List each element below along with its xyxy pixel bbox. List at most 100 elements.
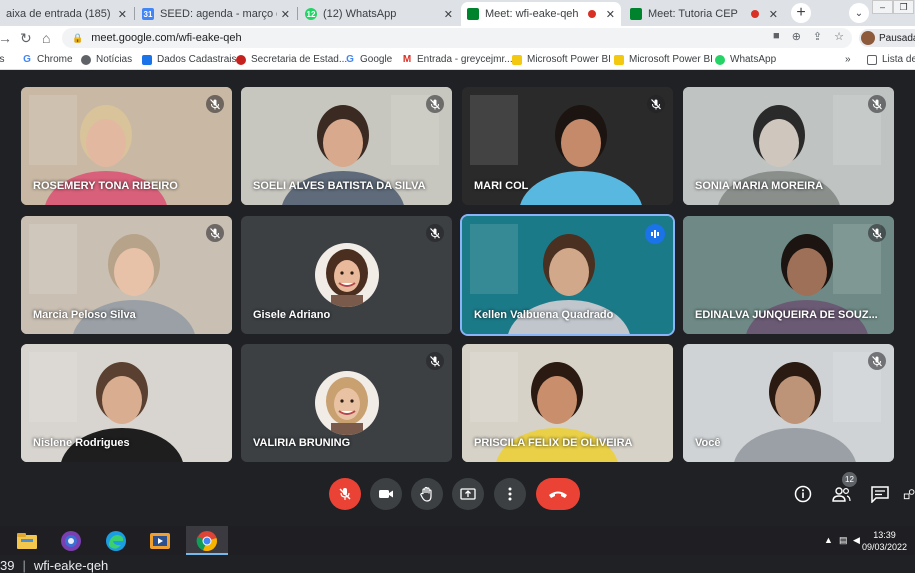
participant-name: SONIA MARIA MOREIRA	[695, 180, 824, 192]
profile-label: Pausada	[879, 32, 915, 44]
bookmark-powerbi-1[interactable]: Microsoft Power BI	[512, 54, 611, 65]
camera-icon	[379, 490, 393, 498]
activities-button[interactable]	[903, 483, 915, 505]
present-screen-button[interactable]	[452, 478, 484, 510]
bookmark-entrada[interactable]: M Entrada - greycejmr...	[402, 54, 513, 65]
tray-overflow-icon[interactable]: ▲	[824, 535, 833, 545]
url-text: meet.google.com/wfi-eake-qeh	[91, 32, 242, 44]
participant-name: MARI COL	[474, 180, 529, 192]
meeting-code: wfi-eake-qeh	[33, 558, 109, 573]
bookmark-apps[interactable]: ps	[0, 54, 5, 65]
system-clock[interactable]: 13:39 09/03/2022	[862, 529, 907, 553]
close-tab-icon[interactable]: ✕	[769, 8, 778, 21]
browser-toolbar: → ↻ ⌂ 🔒 meet.google.com/wfi-eake-qeh ■ ⊕…	[0, 26, 915, 50]
list-icon	[867, 54, 877, 65]
participant-tile[interactable]: MARI COL	[462, 87, 673, 205]
close-tab-icon[interactable]: ✕	[281, 8, 290, 21]
recording-indicator-icon	[587, 10, 596, 18]
new-tab-button[interactable]: +	[791, 3, 811, 23]
meeting-time: 39	[0, 558, 15, 573]
participant-tile[interactable]: Você	[683, 344, 894, 462]
participant-tile[interactable]: SOELI ALVES BATISTA DA SILVA	[241, 87, 452, 205]
bookmark-dados-cadastrais[interactable]: Dados Cadastrais	[142, 54, 236, 65]
present-icon	[460, 488, 476, 500]
tab-gmail[interactable]: aixa de entrada (185) - gisele ✕	[0, 2, 133, 26]
more-vert-icon	[508, 487, 512, 501]
shapes-icon	[903, 489, 915, 500]
participant-tile[interactable]: Marcia Peloso Silva	[21, 216, 232, 334]
forward-icon[interactable]: →	[0, 30, 12, 46]
more-options-button[interactable]	[494, 478, 526, 510]
meeting-details[interactable]: 39 | wfi-eake-qeh	[0, 558, 108, 573]
file-explorer-icon[interactable]	[15, 529, 39, 553]
bookmark-reading-list[interactable]: Lista de	[867, 54, 915, 65]
bookmark-chrome[interactable]: G Chrome	[22, 54, 72, 65]
reload-icon[interactable]: ↻	[20, 30, 32, 47]
participant-tile[interactable]: ROSEMERY TONA RIBEIRO	[21, 87, 232, 205]
participant-name: SOELI ALVES BATISTA DA SILVA	[253, 180, 426, 192]
profile-button[interactable]: Pausada	[859, 29, 915, 47]
mic-muted-icon	[426, 224, 444, 242]
microphone-off-button[interactable]	[329, 478, 361, 510]
leave-call-button[interactable]	[536, 478, 580, 510]
media-player-icon[interactable]	[148, 529, 172, 553]
chrome-icon[interactable]	[195, 529, 219, 553]
participant-name: ROSEMERY TONA RIBEIRO	[33, 180, 178, 192]
participant-name: Nislene Rodrigues	[33, 437, 130, 449]
mic-muted-icon	[426, 95, 444, 113]
bookmark-whatsapp[interactable]: WhatsApp	[715, 54, 776, 65]
participant-tile[interactable]: SONIA MARIA MOREIRA	[683, 87, 894, 205]
zoom-icon[interactable]: ⊕	[792, 30, 801, 43]
camera-in-use-icon[interactable]: ■	[773, 30, 780, 43]
maximize-window-icon[interactable]: ❐	[893, 0, 914, 14]
mic-muted-icon	[868, 224, 886, 242]
participant-tile[interactable]: Kellen Valbuena Quadrado	[462, 216, 673, 334]
participant-name: Kellen Valbuena Quadrado	[474, 309, 614, 321]
browser-tab-strip: aixa de entrada (185) - gisele ✕ 31 SEED…	[0, 0, 915, 26]
browser-globe-icon[interactable]	[59, 529, 83, 553]
bookmark-powerbi-2[interactable]: Microsoft Power BI	[614, 54, 713, 65]
participant-tile[interactable]: Nislene Rodrigues	[21, 344, 232, 462]
close-tab-icon[interactable]: ✕	[118, 8, 127, 21]
home-icon[interactable]: ⌂	[42, 30, 50, 46]
minimize-window-icon[interactable]: –	[872, 0, 893, 14]
tab-meet-tutoria[interactable]: Meet: Tutoria CEP ✕	[624, 2, 784, 26]
tab-separator	[297, 7, 298, 20]
crest-icon	[236, 54, 246, 65]
participant-tile[interactable]: EDINALVA JUNQUEIRA DE SOUZ...	[683, 216, 894, 334]
participant-name: Você	[695, 437, 721, 449]
bookmark-noticias[interactable]: Notícias	[81, 54, 132, 65]
powerbi-icon	[614, 54, 624, 65]
mic-muted-icon	[206, 95, 224, 113]
participant-tile[interactable]: PRISCILA FELIX DE OLIVEIRA	[462, 344, 673, 462]
camera-button[interactable]	[370, 478, 402, 510]
tab-search-icon[interactable]: ⌄	[849, 3, 869, 23]
tab-seed-agenda[interactable]: 31 SEED: agenda - março de 2022 ✕	[136, 2, 296, 26]
participant-tile[interactable]: Gisele Adriano	[241, 216, 452, 334]
tab-meet-active[interactable]: Meet: wfi-eake-qeh ✕	[461, 2, 621, 26]
info-icon	[794, 485, 812, 503]
bookmark-secretaria[interactable]: Secretaria de Estad...	[236, 54, 347, 65]
bookmark-google[interactable]: G Google	[345, 54, 392, 65]
chat-icon	[871, 485, 889, 503]
participant-name: Marcia Peloso Silva	[33, 309, 136, 321]
chat-button[interactable]	[869, 483, 891, 505]
participant-tile[interactable]: VALIRIA BRUNING	[241, 344, 452, 462]
volume-icon[interactable]: ◀	[853, 535, 860, 546]
meeting-info-button[interactable]	[792, 483, 814, 505]
hand-icon	[420, 486, 432, 502]
share-icon[interactable]: ⇪	[813, 30, 822, 43]
raise-hand-button[interactable]	[411, 478, 443, 510]
tab-whatsapp[interactable]: 12 (12) WhatsApp ✕	[299, 2, 459, 26]
edge-icon[interactable]	[104, 529, 128, 553]
meet-icon	[630, 8, 642, 20]
mic-muted-icon	[647, 95, 665, 113]
meet-icon	[467, 8, 479, 20]
close-tab-icon[interactable]: ✕	[444, 8, 453, 21]
bookmarks-overflow-icon[interactable]: »	[845, 54, 851, 65]
address-bar[interactable]: 🔒 meet.google.com/wfi-eake-qeh ■ ⊕ ⇪ ☆	[62, 28, 852, 48]
people-count-badge: 12	[842, 472, 857, 487]
network-icon[interactable]: ▤	[839, 535, 848, 546]
close-tab-icon[interactable]: ✕	[606, 8, 615, 21]
bookmark-star-icon[interactable]: ☆	[834, 30, 844, 43]
